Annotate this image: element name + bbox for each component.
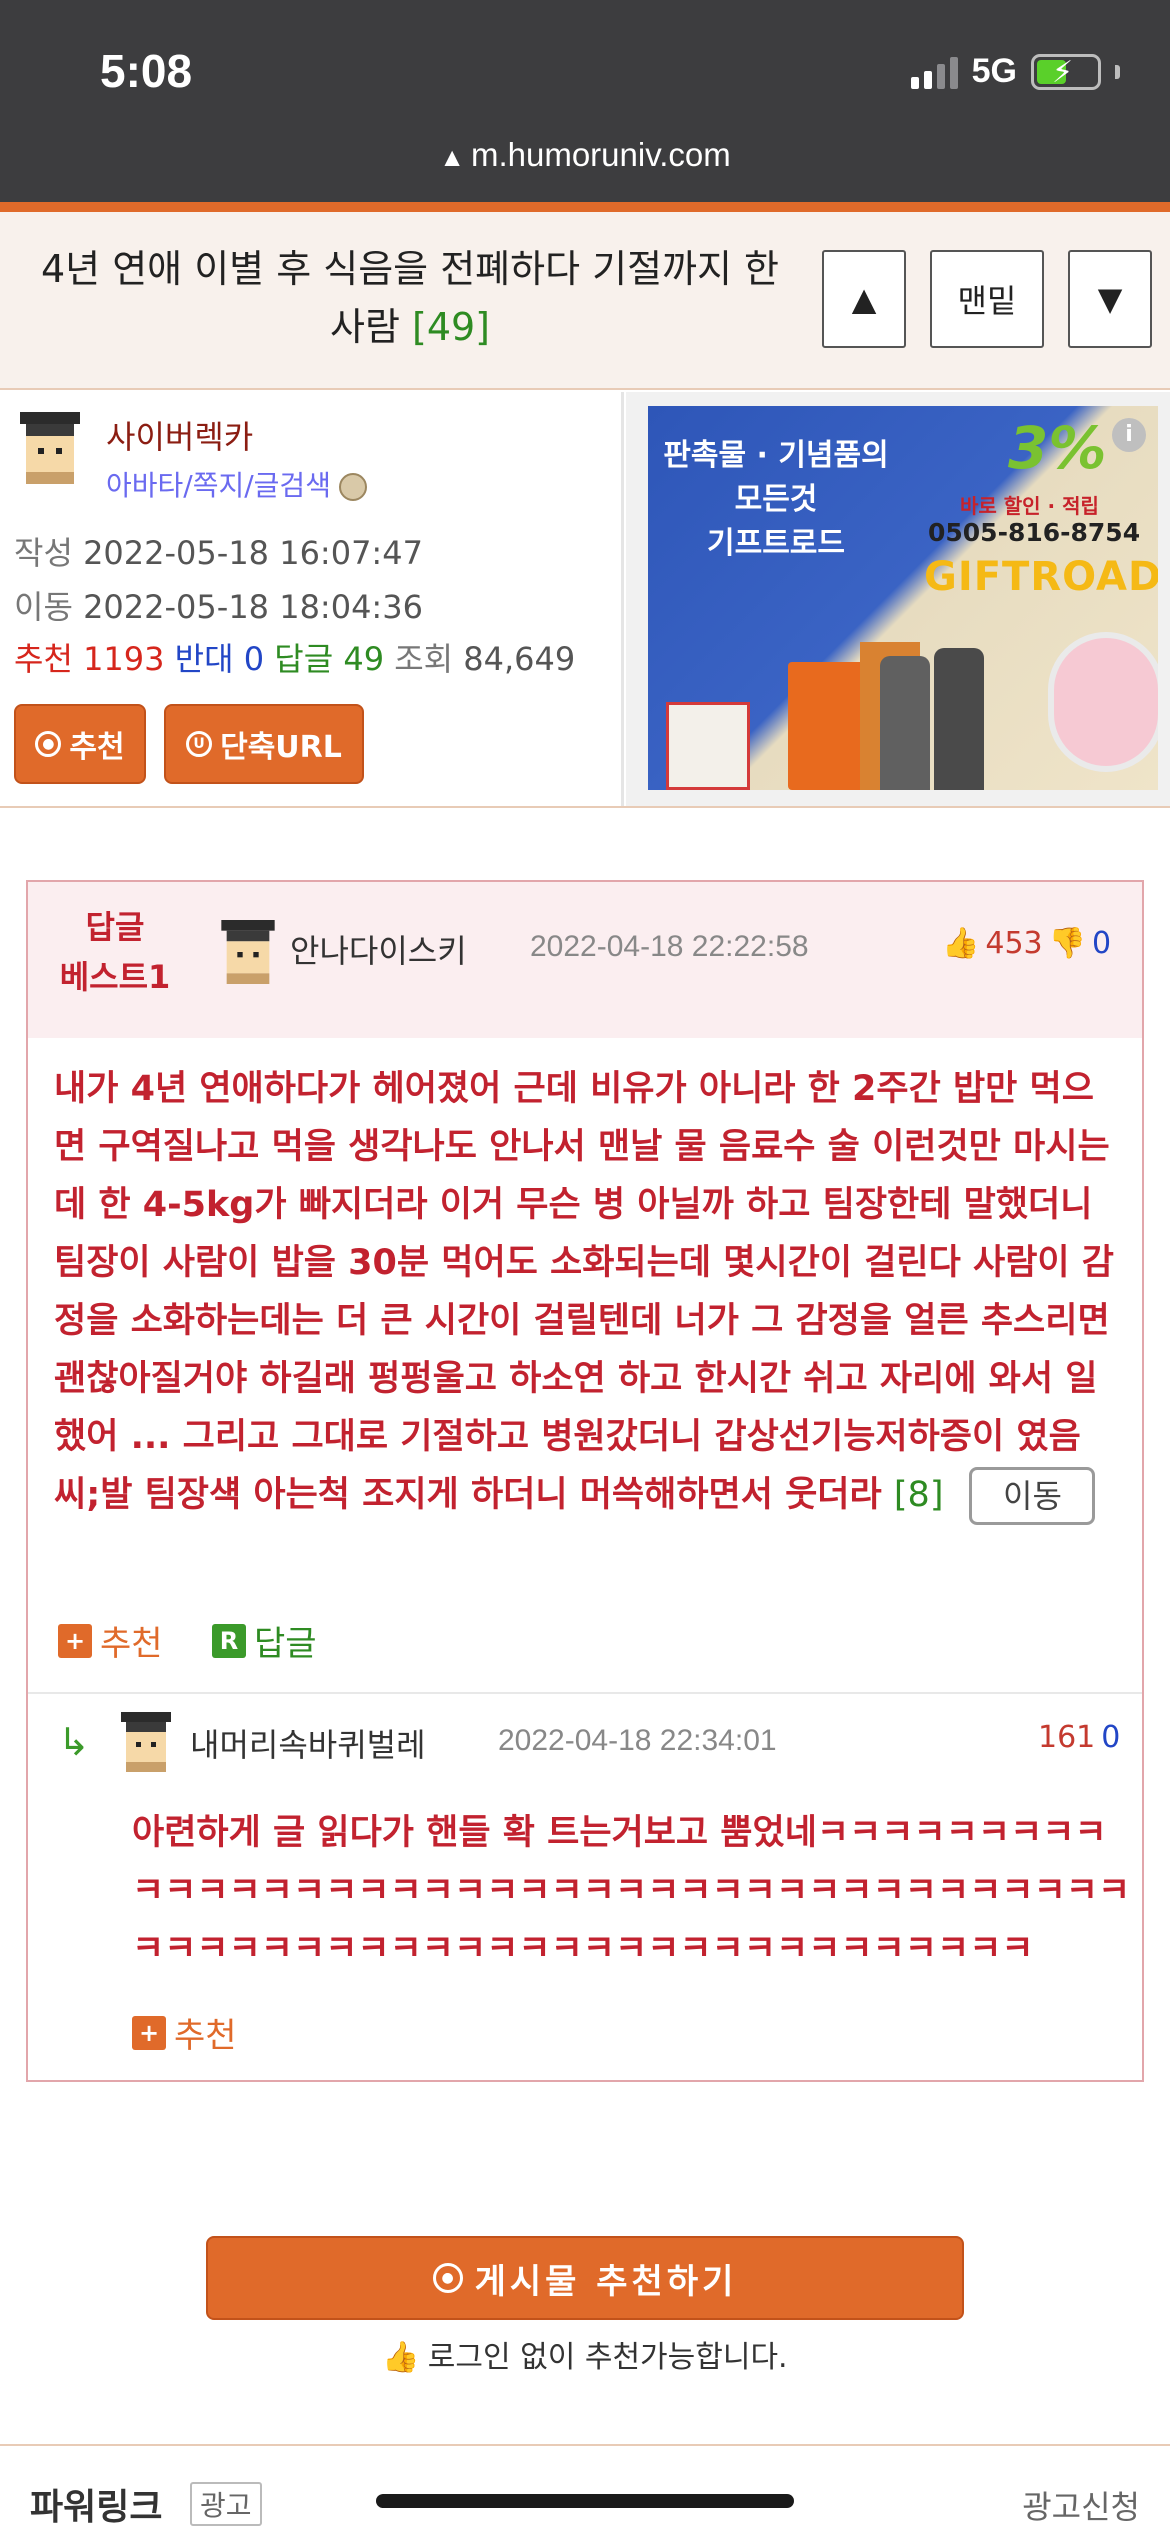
thumbs-up-icon[interactable]: 👍 — [942, 926, 979, 961]
badge-icon — [338, 473, 367, 501]
ad-percent: 3% — [1008, 414, 1107, 482]
battery-icon: ⚡ — [1031, 53, 1101, 90]
move-button[interactable]: 이동 — [969, 1467, 1096, 1525]
post-title: 4년 연애 이별 후 식음을 전폐하다 기절까지 한 사람 [49] — [40, 247, 779, 349]
reply-total: 49 — [343, 640, 385, 678]
ad-phone: 0505-816-8754 — [928, 518, 1141, 547]
header-divider — [0, 202, 1170, 212]
fan-image — [1048, 632, 1158, 772]
comment-recommend-button[interactable]: + 추천 — [58, 1616, 163, 1665]
best-reply-label: 답글 베스트1 — [59, 908, 171, 996]
scroll-up-button[interactable]: ▲ — [822, 250, 906, 348]
reply-arrow-icon: ↳ — [58, 1720, 90, 1764]
post-title-bar: 4년 연애 이별 후 식음을 전폐하다 기절까지 한 사람 [49] ▲ 맨밑 … — [0, 212, 1170, 390]
post-info: 사이버렉카 아바타/쪽지/글검색 작성 2022-05-18 16:07:47 … — [0, 392, 624, 806]
ad-info-icon[interactable]: i — [1112, 418, 1146, 452]
post-recommend-button[interactable]: ● 게시물 추천하기 — [206, 2236, 964, 2320]
url-text: m.humoruniv.com — [470, 136, 731, 173]
moved-date: 이동 2022-05-18 18:04:36 — [14, 588, 423, 626]
ad-banner-area: 판촉물 · 기념품의 모든것 기프트로드 3% 바로 할인 · 적립 0505-81… — [626, 392, 1170, 806]
commenter-name[interactable]: 내머리속바퀴벌레 — [190, 1720, 426, 1766]
written-date: 작성 2022-05-18 16:07:47 — [14, 534, 423, 572]
divider — [0, 806, 1170, 808]
thumbs-up-icon: 👍 — [382, 2340, 420, 2375]
address-bar[interactable]: ▲ m.humoruniv.com — [0, 136, 1170, 174]
circle-icon: ● — [35, 731, 62, 757]
status-icons: 5G ⚡ — [910, 52, 1120, 91]
powerlink-title: 파워링크 — [30, 2487, 163, 2528]
gift-box-image — [666, 702, 750, 790]
ad-headline: 판촉물 · 기념품의 모든것 기프트로드 — [663, 438, 889, 561]
tumbler-image — [880, 656, 930, 790]
recommend-count: 1193 — [83, 640, 165, 678]
reply-body: 아련하게 글 읽다가 핸들 확 트는거보고 뿜었네ㅋㅋㅋㅋㅋㅋㅋㅋㅋㅋㅋㅋㅋㅋㅋ… — [132, 1813, 1131, 1969]
signal-icon — [910, 55, 958, 89]
scroll-down-button[interactable]: ▼ — [1068, 250, 1152, 348]
comment-reply-count: [8] — [893, 1475, 944, 1515]
comment-body: 내가 4년 연애하다가 헤어졌어 근데 비유가 아니라 한 2주간 밥만 먹으면… — [54, 1060, 1118, 1525]
ad-subtext: 바로 할인 · 적립 — [960, 494, 1099, 518]
author-name[interactable]: 사이버렉카 — [106, 412, 253, 458]
vote-counts: 161 0 — [1038, 1720, 1120, 1755]
comment-reply-button[interactable]: R 답글 — [212, 1616, 317, 1665]
plus-icon: + — [132, 2015, 166, 2050]
warning-icon: ▲ — [439, 142, 465, 172]
ad-request-link[interactable]: 광고신청 — [1022, 2482, 1140, 2528]
home-indicator[interactable] — [376, 2494, 794, 2508]
up-count[interactable]: 161 — [1038, 1720, 1095, 1755]
ad-brand: GIFTROAD — [924, 554, 1158, 600]
plus-icon: + — [58, 1623, 92, 1658]
avatar[interactable] — [216, 920, 280, 984]
view-count: 84,649 — [463, 640, 576, 678]
commenter-name[interactable]: 안나다이스키 — [290, 926, 467, 972]
vote-counts: 👍 453 👎 0 — [942, 926, 1112, 961]
circle-icon: ● — [432, 2263, 463, 2293]
reply-icon: R — [212, 1623, 246, 1658]
author-links[interactable]: 아바타/쪽지/글검색 — [106, 464, 367, 504]
divider — [0, 2444, 1170, 2446]
comment-date: 2022-04-18 22:34:01 — [498, 1724, 777, 1757]
divider — [28, 1692, 1142, 1694]
best-reply-header: 답글 베스트1 안나다이스키 2022-04-18 22:22:58 👍 453 👎… — [28, 882, 1142, 1038]
browser-top-bar: 5:08 5G ⚡ ▲ m.humoruniv.com — [0, 0, 1170, 202]
oppose-count: 0 — [243, 640, 265, 678]
u-circle-icon: U — [186, 731, 213, 757]
down-count[interactable]: 0 — [1101, 1720, 1120, 1755]
short-url-button[interactable]: U 단축URL — [164, 704, 364, 784]
ad-tag: 광고 — [190, 2482, 262, 2526]
scroll-bottom-button[interactable]: 맨밑 — [930, 250, 1044, 348]
no-login-note: 👍 로그인 없이 추천가능합니다. — [382, 2340, 788, 2375]
recommend-button[interactable]: ● 추천 — [14, 704, 146, 784]
best-reply-card: 답글 베스트1 안나다이스키 2022-04-18 22:22:58 👍 453 👎… — [26, 880, 1144, 2082]
tumbler-image — [934, 648, 984, 790]
avatar[interactable] — [116, 1712, 176, 1772]
avatar[interactable] — [14, 412, 86, 484]
thumbs-down-icon[interactable]: 👎 — [1049, 926, 1086, 961]
reply-count: [49] — [412, 305, 491, 349]
comment-date: 2022-04-18 22:22:58 — [530, 930, 809, 963]
reply-recommend-button[interactable]: + 추천 — [132, 2008, 237, 2057]
status-time: 5:08 — [100, 45, 193, 97]
post-stats: 추천 1193 반대 0 답글 49 조회 84,649 — [14, 640, 576, 678]
ad-banner[interactable]: 판촉물 · 기념품의 모든것 기프트로드 3% 바로 할인 · 적립 0505-81… — [648, 406, 1158, 790]
network-label: 5G — [971, 52, 1017, 90]
